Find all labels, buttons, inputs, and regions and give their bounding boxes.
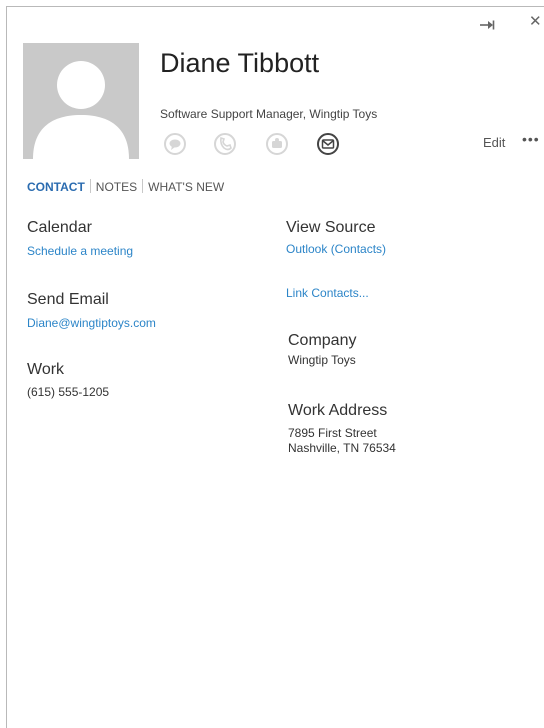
avatar <box>23 43 139 159</box>
company-label: Company <box>288 332 357 349</box>
view-source-label: View Source <box>286 219 376 236</box>
contact-title-company: Software Support Manager, Wingtip Toys <box>160 107 378 121</box>
address-line-2: Nashville, TN 76534 <box>288 441 396 455</box>
tab-whats-new[interactable]: WHAT'S NEW <box>148 180 224 194</box>
tab-contact[interactable]: CONTACT <box>27 180 85 194</box>
contact-name: Diane Tibbott <box>160 48 320 78</box>
tab-bar: CONTACT NOTES WHAT'S NEW <box>27 179 224 194</box>
outlook-contacts-link[interactable]: Outlook (Contacts) <box>286 241 386 257</box>
email-icon[interactable] <box>317 133 339 155</box>
schedule-meeting-link[interactable]: Schedule a meeting <box>27 243 133 259</box>
tab-divider <box>89 179 91 193</box>
calendar-label: Calendar <box>27 219 92 236</box>
im-icon[interactable] <box>164 133 186 155</box>
link-contacts-section: Link Contacts... <box>286 285 369 301</box>
company-section: Company Wingtip Toys <box>288 331 356 368</box>
calendar-section: Calendar Schedule a meeting <box>27 218 133 259</box>
link-contacts-link[interactable]: Link Contacts... <box>286 285 369 301</box>
more-options-button[interactable]: ••• <box>522 131 540 147</box>
tab-divider <box>142 179 144 193</box>
view-source-section: View Source Outlook (Contacts) <box>286 218 386 257</box>
work-address-section: Work Address 7895 First Street Nashville… <box>288 401 396 456</box>
work-phone-section: Work (615) 555-1205 <box>27 360 109 400</box>
edit-button[interactable]: Edit <box>483 135 505 150</box>
video-icon[interactable] <box>266 133 288 155</box>
phone-icon[interactable] <box>214 133 236 155</box>
tab-notes[interactable]: NOTES <box>96 180 137 194</box>
address-line-1: 7895 First Street <box>288 426 377 440</box>
pin-icon[interactable] <box>479 18 495 30</box>
send-email-label: Send Email <box>27 291 109 308</box>
work-phone-label: Work <box>27 361 65 378</box>
company-value: Wingtip Toys <box>288 353 356 367</box>
send-email-section: Send Email Diane@wingtiptoys.com <box>27 290 156 331</box>
close-icon[interactable]: ✕ <box>529 14 542 29</box>
work-phone-value: (615) 555-1205 <box>27 385 110 399</box>
email-link[interactable]: Diane@wingtiptoys.com <box>27 315 156 331</box>
work-address-label: Work Address <box>288 402 388 419</box>
